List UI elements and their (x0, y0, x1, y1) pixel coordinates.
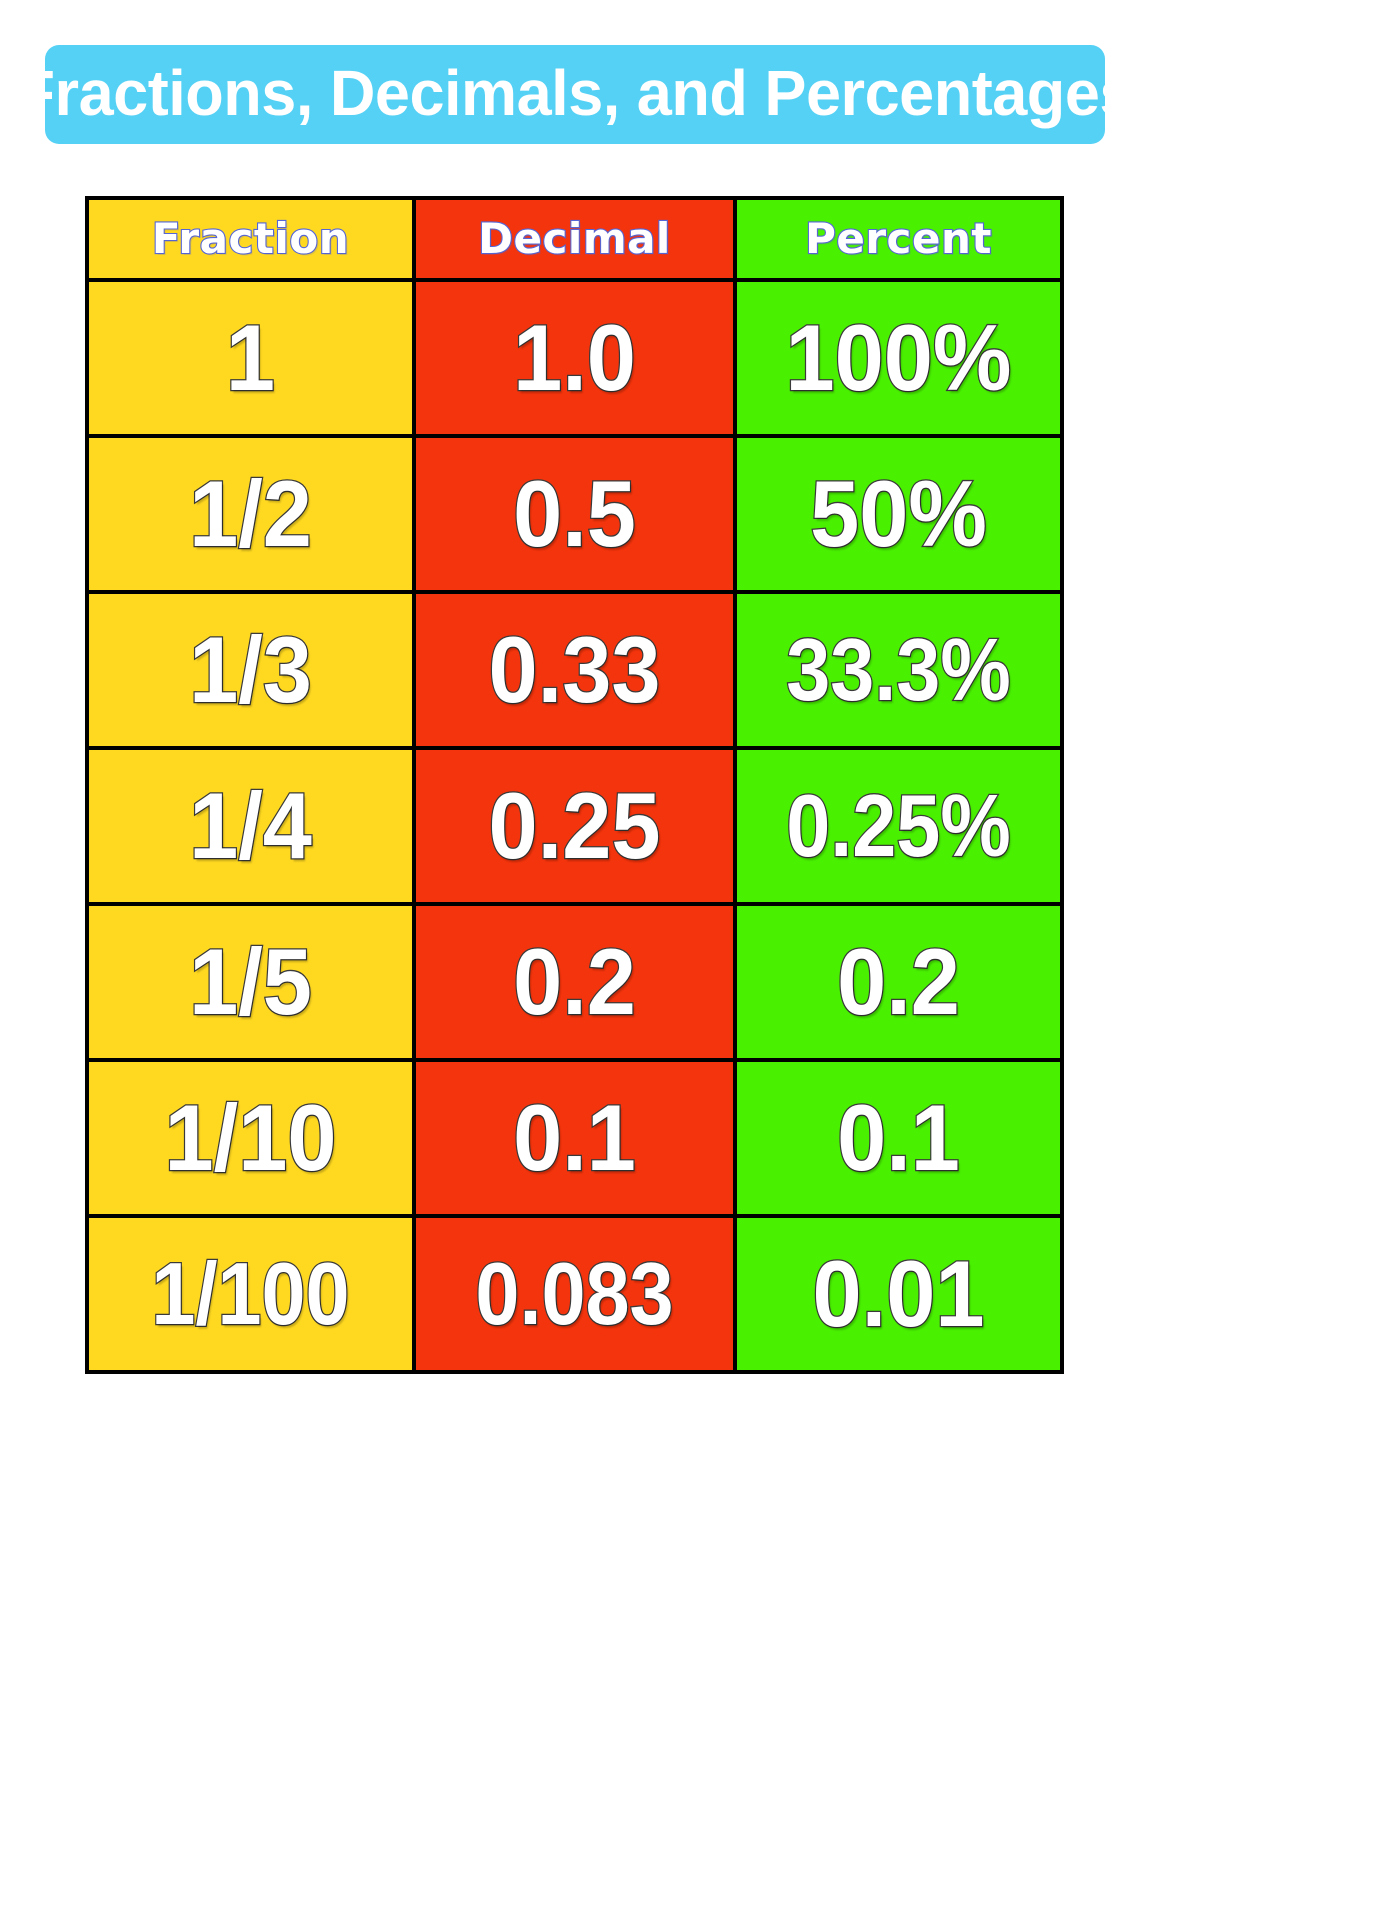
cell-decimal: 0.1 (412, 1058, 737, 1218)
table-row: 1/100 0.083 0.01 (85, 1214, 1064, 1374)
cell-decimal-value: 0.2 (512, 929, 637, 1034)
title-banner: Fractions, Decimals, and Percentages (16, 45, 1134, 144)
cell-decimal-value: 0.083 (474, 1244, 675, 1343)
table-row: 1/2 0.5 50% (85, 434, 1064, 594)
column-header-fraction-label: Fraction (151, 214, 350, 263)
cell-decimal: 0.2 (412, 902, 737, 1062)
cell-percent-value: 50% (809, 461, 988, 566)
cell-fraction-value: 1 (225, 305, 277, 410)
cell-fraction: 1/5 (85, 902, 416, 1062)
cell-fraction: 1/10 (85, 1058, 416, 1218)
cell-fraction-value: 1/2 (188, 461, 313, 566)
cell-fraction: 1/100 (85, 1214, 416, 1374)
column-header-decimal-label: Decimal (477, 214, 671, 263)
cell-fraction-value: 1/100 (150, 1244, 351, 1343)
column-header-decimal: Decimal (412, 196, 737, 282)
cell-decimal: 0.33 (412, 590, 737, 750)
cell-fraction-value: 1/4 (188, 773, 313, 878)
conversion-table: Fraction Decimal Percent 1 1.0 100% 1/2 … (85, 196, 1064, 1374)
table-row: 1 1.0 100% (85, 278, 1064, 438)
column-header-percent-label: Percent (804, 214, 993, 263)
conversion-table-container: Fraction Decimal Percent 1 1.0 100% 1/2 … (85, 196, 1064, 1374)
cell-fraction-value: 1/10 (163, 1085, 337, 1190)
table-row: 1/10 0.1 0.1 (85, 1058, 1064, 1218)
cell-percent: 50% (733, 434, 1064, 594)
cell-percent-value: 0.25% (785, 776, 1012, 875)
cell-fraction-value: 1/5 (188, 929, 313, 1034)
cell-fraction: 1 (85, 278, 416, 438)
cell-fraction: 1/2 (85, 434, 416, 594)
cell-percent-value: 0.2 (836, 929, 961, 1034)
cell-percent: 0.2 (733, 902, 1064, 1062)
cell-decimal-value: 0.1 (512, 1085, 637, 1190)
cell-decimal: 0.5 (412, 434, 737, 594)
cell-fraction-value: 1/3 (188, 617, 313, 722)
table-body: 1 1.0 100% 1/2 0.5 50% 1/3 0.33 33.3% 1/… (85, 278, 1064, 1374)
table-row: 1/3 0.33 33.3% (85, 590, 1064, 750)
cell-decimal-value: 1.0 (512, 305, 637, 410)
cell-fraction: 1/3 (85, 590, 416, 750)
table-row: 1/4 0.25 0.25% (85, 746, 1064, 906)
table-row: 1/5 0.2 0.2 (85, 902, 1064, 1062)
cell-percent: 100% (733, 278, 1064, 438)
cell-decimal-value: 0.25 (487, 773, 661, 878)
cell-decimal-value: 0.5 (512, 461, 637, 566)
cell-percent-value: 33.3% (785, 620, 1012, 719)
cell-fraction: 1/4 (85, 746, 416, 906)
cell-percent: 0.25% (733, 746, 1064, 906)
cell-decimal: 1.0 (412, 278, 737, 438)
cell-percent: 0.01 (733, 1214, 1064, 1374)
cell-percent: 33.3% (733, 590, 1064, 750)
cell-percent-value: 0.1 (836, 1085, 961, 1190)
column-header-fraction: Fraction (85, 196, 416, 282)
cell-percent-value: 100% (784, 305, 1012, 410)
column-header-percent: Percent (733, 196, 1064, 282)
cell-percent: 0.1 (733, 1058, 1064, 1218)
cell-decimal: 0.25 (412, 746, 737, 906)
cell-decimal: 0.083 (412, 1214, 737, 1374)
table-header-row: Fraction Decimal Percent (85, 196, 1064, 282)
cell-percent-value: 0.01 (811, 1241, 985, 1346)
cell-decimal-value: 0.33 (487, 617, 661, 722)
page-title: Fractions, Decimals, and Percentages (16, 56, 1134, 129)
